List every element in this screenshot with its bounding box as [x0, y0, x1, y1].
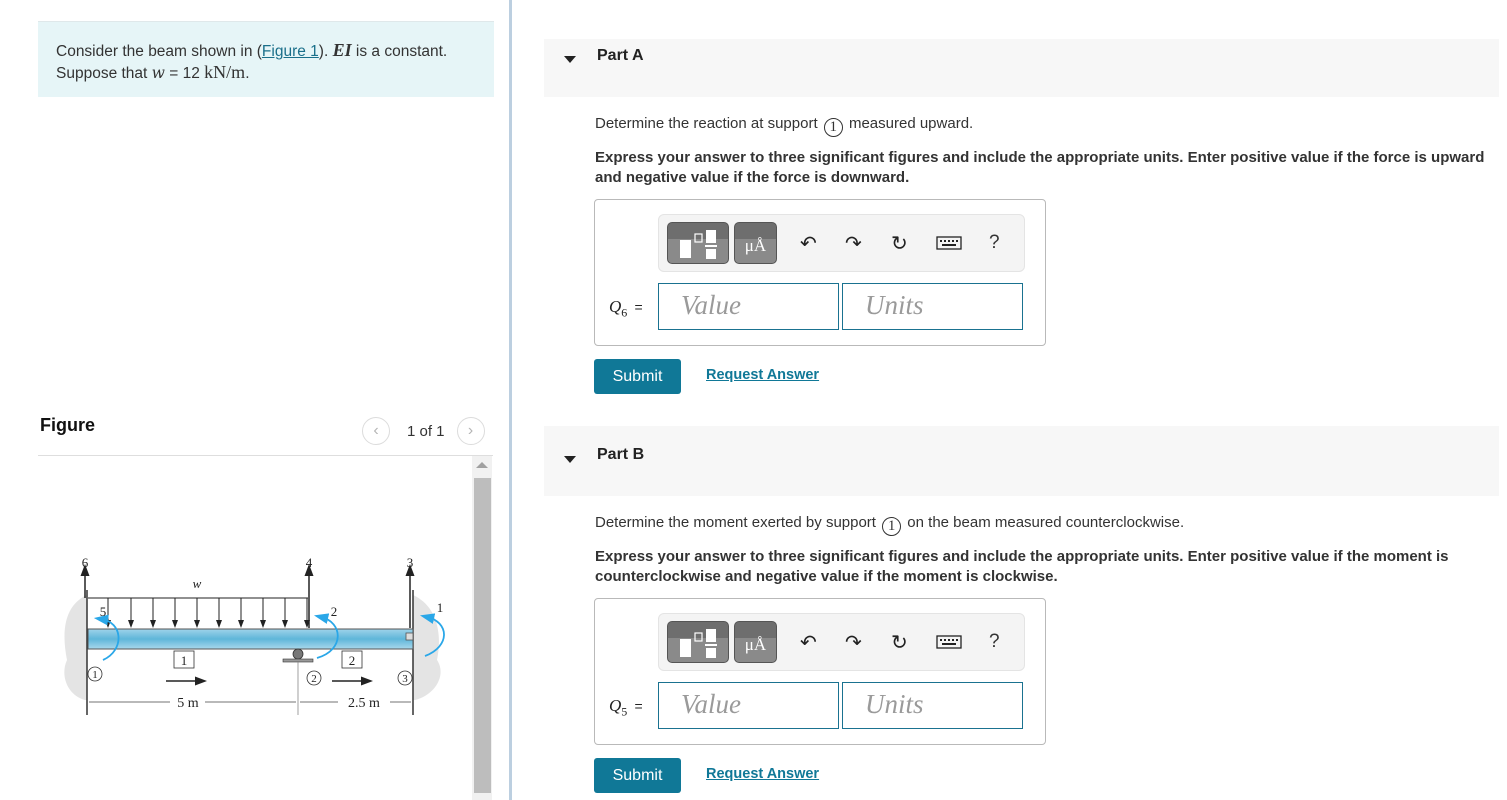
answer-variable-label: Q5 =: [609, 696, 643, 719]
chevron-right-icon: ›: [467, 422, 474, 439]
part-a-header[interactable]: Part A: [544, 39, 1499, 97]
part-b-request-answer-link[interactable]: Request Answer: [706, 766, 819, 782]
ei-symbol: EI: [332, 40, 352, 60]
support-number-badge: 1: [882, 517, 902, 536]
problem-text: = 12: [164, 65, 205, 82]
answer-variable-label: Q6 =: [609, 297, 643, 320]
collapse-caret-icon[interactable]: [564, 456, 576, 463]
dimension-2-label: 2.5 m: [348, 696, 380, 711]
problem-text: is a constant.: [351, 43, 448, 60]
part-a-instruction: Express your answer to three significant…: [595, 149, 1485, 186]
units-input[interactable]: Units: [842, 283, 1023, 330]
part-a-title: Part A: [597, 47, 644, 64]
support-number-badge: 1: [823, 118, 843, 137]
keyboard-icon[interactable]: [936, 633, 962, 656]
units-button[interactable]: μÅ: [734, 222, 777, 264]
left-wall: [64, 595, 87, 700]
part-a-answer-box: μÅ ↶ ↷ ↻ ? Q6 = Value Units: [594, 199, 1046, 346]
templates-icon: [680, 230, 717, 259]
scroll-up-arrow-icon[interactable]: [476, 462, 488, 468]
question-text: Determine the moment exerted by support: [595, 514, 881, 531]
pane-divider[interactable]: [509, 0, 512, 800]
part-b-question: Determine the moment exerted by support …: [595, 514, 1184, 536]
dof-5-label: 5: [100, 604, 107, 619]
math-toolbar: μÅ ↶ ↷ ↻ ?: [658, 214, 1025, 272]
problem-statement: Consider the beam shown in (Figure 1). E…: [38, 21, 494, 97]
problem-pane: Consider the beam shown in (Figure 1). E…: [0, 0, 509, 800]
scroll-thumb[interactable]: [474, 478, 491, 793]
question-text: Determine the reaction at support: [595, 115, 822, 132]
w-units: kN/m: [204, 62, 246, 82]
roller-support: [292, 648, 304, 660]
equals-sign: =: [634, 698, 643, 714]
part-b-answer-box: μÅ ↶ ↷ ↻ ? Q5 = Value Units: [594, 598, 1046, 745]
beam-figure: w 6 4 3 5 2 1 1 2 1 2 3 5 m 2.5 m: [64, 555, 445, 715]
help-icon[interactable]: ?: [989, 232, 1000, 254]
element-1-label: 1: [181, 653, 188, 668]
units-icon: μÅ: [744, 236, 767, 255]
variable-symbol: Q: [609, 696, 622, 715]
node-2-label: 2: [311, 673, 317, 685]
templates-button[interactable]: [667, 222, 729, 264]
undo-icon[interactable]: ↶: [800, 630, 817, 655]
part-b-instruction: Express your answer to three significant…: [595, 548, 1449, 585]
dof-4-label: 4: [306, 555, 313, 570]
divider: [38, 455, 493, 456]
dof-1-label: 1: [437, 600, 444, 615]
figure-title: Figure: [40, 415, 96, 435]
dof-2-label: 2: [331, 604, 338, 619]
roller-base: [282, 658, 314, 663]
reset-icon[interactable]: ↻: [891, 231, 908, 256]
figure-link[interactable]: Figure 1: [262, 43, 319, 60]
element-2-label: 2: [349, 653, 356, 668]
part-b-header[interactable]: Part B: [544, 426, 1499, 496]
help-icon[interactable]: ?: [989, 631, 1000, 653]
load-label: w: [193, 576, 202, 591]
problem-text: ).: [318, 43, 333, 60]
question-text: measured upward.: [844, 115, 974, 132]
math-toolbar: μÅ ↶ ↷ ↻ ?: [658, 613, 1025, 671]
chevron-left-icon: ‹: [373, 422, 379, 439]
redo-icon[interactable]: ↷: [845, 630, 862, 655]
node-3-label: 3: [402, 673, 408, 685]
part-b-submit-button[interactable]: Submit: [594, 758, 681, 793]
part-a-submit-button[interactable]: Submit: [594, 359, 681, 394]
value-input[interactable]: Value: [658, 682, 839, 729]
fixed-end-marker: [405, 632, 414, 641]
next-figure-button[interactable]: ›: [456, 417, 485, 445]
dof-6-label: 6: [82, 555, 89, 570]
part-a-question: Determine the reaction at support 1 meas…: [595, 115, 973, 137]
variable-subscript: 6: [621, 305, 628, 320]
figure-scrollbar[interactable]: [472, 456, 492, 800]
units-button[interactable]: μÅ: [734, 621, 777, 663]
equals-sign: =: [634, 299, 643, 315]
undo-icon[interactable]: ↶: [800, 231, 817, 256]
variable-symbol: Q: [609, 297, 622, 316]
templates-button[interactable]: [667, 621, 729, 663]
keyboard-icon[interactable]: [936, 234, 962, 257]
problem-text: Suppose that: [56, 65, 152, 82]
reset-icon[interactable]: ↻: [891, 630, 908, 655]
part-a-request-answer-link[interactable]: Request Answer: [706, 367, 819, 383]
units-icon: μÅ: [744, 635, 767, 654]
part-b-title: Part B: [597, 446, 645, 463]
figure-pager: ‹ 1 of 1 ›: [362, 417, 485, 445]
dof-3-label: 3: [407, 555, 414, 570]
variable-subscript: 5: [621, 704, 628, 719]
prev-figure-button[interactable]: ‹: [362, 417, 390, 445]
distributed-load-arrows: [105, 598, 310, 628]
value-input[interactable]: Value: [658, 283, 839, 330]
problem-text: .: [245, 65, 250, 82]
redo-icon[interactable]: ↷: [845, 231, 862, 256]
problem-text: Consider the beam shown in (: [56, 43, 262, 60]
node-1-label: 1: [92, 669, 98, 681]
templates-icon: [680, 629, 717, 658]
figure-count: 1 of 1: [407, 422, 445, 440]
question-text: on the beam measured counterclockwise.: [903, 514, 1185, 531]
dimension-1-label: 5 m: [177, 696, 199, 711]
units-input[interactable]: Units: [842, 682, 1023, 729]
collapse-caret-icon[interactable]: [564, 56, 576, 63]
beam: [87, 628, 414, 650]
w-symbol: w: [151, 64, 165, 82]
